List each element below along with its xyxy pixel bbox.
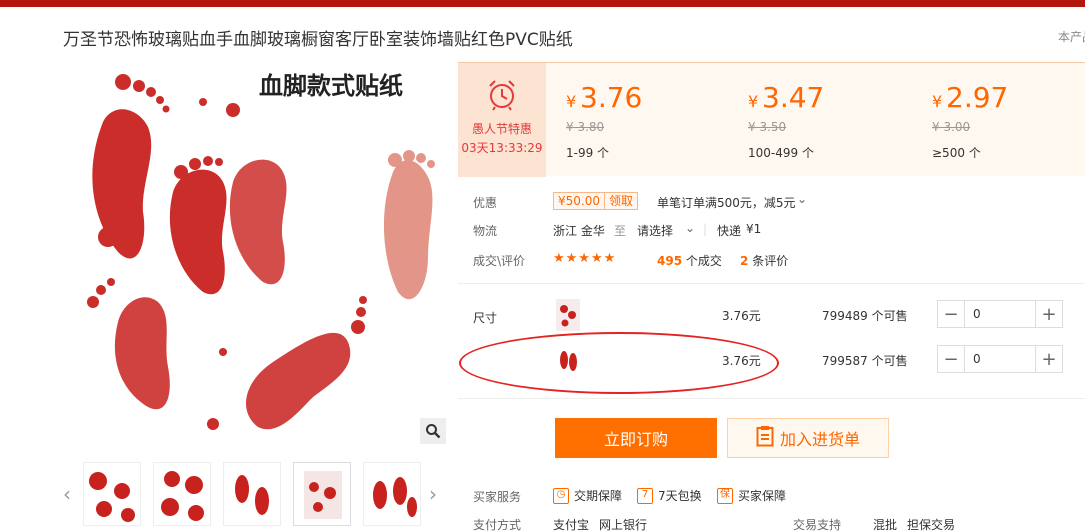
destination-select[interactable]: 请选择 <box>637 222 673 239</box>
service-item[interactable]: 7 7天包换 <box>637 487 702 504</box>
ship-method: 快递 <box>717 224 742 238</box>
delivery-guarantee-icon: ◷ <box>553 487 569 504</box>
chevron-down-icon[interactable]: ⌄ <box>797 192 807 206</box>
tier-range: 1-99 个 <box>566 146 610 160</box>
plus-button[interactable]: + <box>1036 301 1062 327</box>
sku-row: 3.76元 799489 个可售 − 0 + <box>458 292 1085 338</box>
price-panel: 愚人节特惠 03天13:33:29 ¥ 3.76 ¥ 3.80 1-99 个 ¥… <box>458 62 1085 177</box>
sku-price: 3.76元 <box>722 309 761 323</box>
thumbnail[interactable] <box>83 462 141 526</box>
price-tier: ¥ 3.47 ¥ 3.50 100-499 个 <box>748 81 824 161</box>
reviews-suffix[interactable]: 条评价 <box>752 254 788 268</box>
tier-original-price: ¥ 3.00 <box>932 120 971 134</box>
services-label: 买家服务 <box>473 490 522 504</box>
sku-stock: 799587 个可售 <box>822 354 908 368</box>
currency-symbol: ¥ <box>566 92 577 111</box>
service-item[interactable]: ◷ 交期保障 <box>553 487 622 504</box>
seven-day-exchange-icon: 7 <box>637 487 653 504</box>
price-tier: ¥ 2.97 ¥ 3.00 ≥500 个 <box>932 81 1008 161</box>
divider <box>458 398 1085 399</box>
thumbnail[interactable] <box>363 462 421 526</box>
deals-suffix: 个成交 <box>685 254 722 268</box>
payment-row: 支付方式 支付宝 网上银行 交易支持 混批 担保交易 <box>473 516 1073 532</box>
service-label: 交期保障 <box>574 489 623 503</box>
thumbnail[interactable] <box>153 462 211 526</box>
main-product-image[interactable]: 血脚款式贴纸 <box>63 62 446 446</box>
logistics-label: 物流 <box>473 224 498 238</box>
currency-symbol: ¥ <box>748 92 759 111</box>
order-now-button[interactable]: 立即订购 <box>555 418 717 458</box>
chevron-down-icon[interactable]: ⌄ <box>685 221 695 235</box>
magnifier-icon[interactable] <box>420 418 446 444</box>
coupon-amount: ¥50.00 <box>558 194 600 208</box>
minus-button[interactable]: − <box>938 301 964 327</box>
promo-countdown: 03天13:33:29 <box>461 141 543 155</box>
discount-label: 优惠 <box>473 196 498 210</box>
quantity-input[interactable]: 0 <box>964 301 1036 327</box>
buyer-protection-icon: 保 <box>717 487 733 504</box>
tier-price: 3.76 <box>580 81 643 114</box>
payment-method: 支付宝 <box>553 518 590 532</box>
annotation-ellipse <box>459 332 779 394</box>
coupon-button[interactable]: ¥50.00 领取 <box>553 192 639 210</box>
ship-origin: 浙江 金华 <box>553 224 605 238</box>
payment-method: 网上银行 <box>599 518 648 532</box>
side-note: 本产品 <box>1058 30 1085 44</box>
alarm-clock-icon <box>485 77 519 114</box>
quantity-input[interactable]: 0 <box>964 346 1036 372</box>
rating-stars: ★★★★★ <box>553 251 617 266</box>
quantity-stepper: − 0 + <box>937 345 1063 373</box>
tier-original-price: ¥ 3.80 <box>566 120 605 134</box>
deals-count: 495 <box>657 254 683 268</box>
product-title: 万圣节恐怖玻璃贴血手血脚玻璃橱窗客厅卧室装饰墙贴红色PVC贴纸 <box>63 30 573 50</box>
trade-support-item: 担保交易 <box>907 518 956 532</box>
divider <box>458 283 1085 284</box>
ship-fee: ¥1 <box>746 222 762 236</box>
add-to-cart-button[interactable]: 加入进货单 <box>727 418 889 458</box>
discount-description: 单笔订单满500元，减5元 <box>657 196 796 210</box>
clipboard-icon <box>756 425 774 451</box>
service-label: 买家保障 <box>738 489 787 503</box>
chevron-right-icon[interactable]: › <box>429 482 437 506</box>
quantity-stepper: − 0 + <box>937 300 1063 328</box>
tier-range: ≥500 个 <box>932 146 981 160</box>
currency-symbol: ¥ <box>932 92 943 111</box>
add-to-cart-label: 加入进货单 <box>779 430 860 449</box>
logistics-row: 物流 浙江 金华 至 请选择 ⌄ | 快递 ¥1 <box>473 221 762 239</box>
promo-label: 愚人节特惠 <box>471 122 532 136</box>
tier-price: 3.47 <box>762 81 825 114</box>
service-label: 7天包换 <box>658 489 702 503</box>
tier-original-price: ¥ 3.50 <box>748 120 787 134</box>
sku-stock: 799489 个可售 <box>822 309 908 323</box>
trade-support-item: 混批 <box>873 518 898 532</box>
chevron-left-icon[interactable]: ‹ <box>63 482 71 506</box>
payment-label: 支付方式 <box>473 518 522 532</box>
minus-button[interactable]: − <box>938 346 964 372</box>
tier-range: 100-499 个 <box>748 146 814 160</box>
trade-support-label: 交易支持 <box>793 518 842 532</box>
discount-row: 优惠 ¥50.00 领取 单笔订单满500元，减5元 ⌄ <box>473 192 1073 212</box>
sales-row: 成交\评价 ★★★★★ 495 个成交 2 条评价 <box>473 251 1073 271</box>
sales-label: 成交\评价 <box>473 254 526 268</box>
reviews-count[interactable]: 2 <box>740 254 748 268</box>
sku-thumbnail[interactable] <box>554 297 582 333</box>
thumbnail[interactable] <box>293 462 351 526</box>
promo-box: 愚人节特惠 03天13:33:29 <box>458 63 546 177</box>
coupon-claim[interactable]: 领取 <box>604 193 637 209</box>
top-brand-bar <box>0 0 1085 7</box>
service-item[interactable]: 保 买家保障 <box>717 487 786 504</box>
image-caption: 血脚款式贴纸 <box>259 72 403 100</box>
bloody-footprints-illustration <box>87 74 435 430</box>
tier-price: 2.97 <box>946 81 1009 114</box>
price-tier: ¥ 3.76 ¥ 3.80 1-99 个 <box>566 81 642 161</box>
thumbnail-strip: ‹ › <box>63 460 448 532</box>
plus-button[interactable]: + <box>1036 346 1062 372</box>
thumbnail[interactable] <box>223 462 281 526</box>
ship-to-label: 至 <box>614 224 627 238</box>
